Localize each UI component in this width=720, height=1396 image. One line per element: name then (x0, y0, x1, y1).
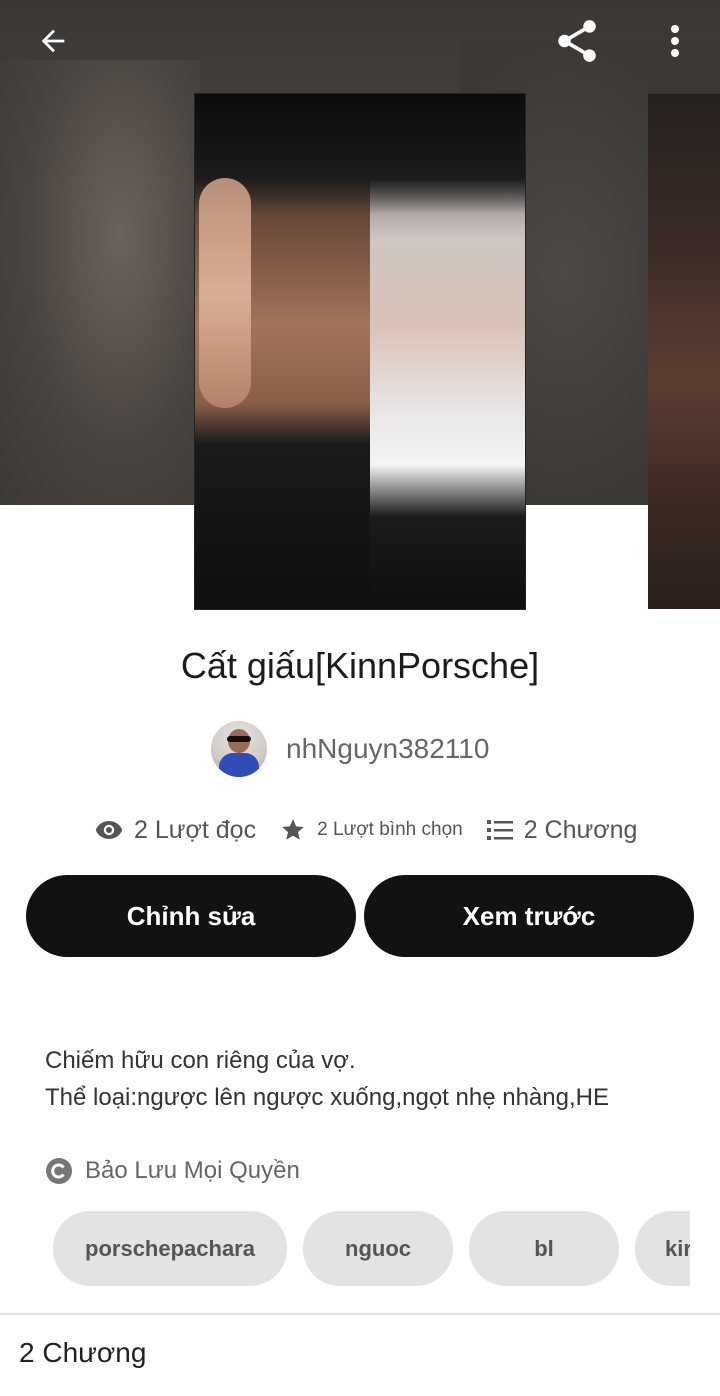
reads-stat: 2 Lượt đọc (95, 816, 256, 845)
tag-chip[interactable]: kir (635, 1211, 690, 1286)
chapters-heading[interactable]: 2 Chương (19, 1337, 146, 1369)
divider (0, 1313, 720, 1315)
share-icon (558, 20, 596, 62)
arrow-left-icon (41, 29, 65, 53)
story-description: Chiếm hữu con riêng của vợ. Thể loại:ngư… (45, 1042, 685, 1116)
edit-button[interactable]: Chỉnh sửa (26, 875, 356, 957)
preview-button[interactable]: Xem trước (364, 875, 694, 957)
votes-count: 2 Lượt bình chọn (317, 819, 463, 840)
chapters-stat: 2 Chương (486, 815, 638, 845)
share-button[interactable] (550, 14, 604, 68)
copyright-row: Bảo Lưu Mọi Quyền (45, 1155, 300, 1187)
copyright-text: Bảo Lưu Mọi Quyền (85, 1157, 300, 1184)
story-title: Cất giấu[KinnPorsche] (180, 645, 540, 686)
description-line: Chiếm hữu con riêng của vợ. (45, 1047, 356, 1074)
tag-chip[interactable]: bl (469, 1211, 619, 1286)
story-stats: 2 Lượt đọc 2 Lượt bình chọn 2 Chương (95, 810, 637, 850)
eye-icon (95, 821, 123, 839)
chapters-count: 2 Chương (523, 815, 638, 844)
reads-count: 2 Lượt đọc (134, 815, 257, 844)
next-story-cover[interactable] (648, 94, 720, 609)
avatar[interactable] (211, 721, 267, 777)
more-options-button[interactable] (648, 14, 702, 68)
description-line: Thể loại:ngược lên ngược xuống,ngọt nhẹ … (45, 1084, 609, 1111)
list-icon (486, 820, 513, 840)
back-button[interactable] (26, 14, 80, 68)
tags-row[interactable]: porschepachara nguoc bl kir (53, 1211, 690, 1286)
star-icon (282, 819, 304, 840)
votes-stat: 2 Lượt bình chọn (280, 817, 463, 843)
tag-chip[interactable]: nguoc (303, 1211, 453, 1286)
author-row[interactable]: nhNguyn382110 (211, 721, 489, 777)
author-name[interactable]: nhNguyn382110 (286, 733, 489, 765)
more-vertical-icon (671, 25, 679, 57)
story-cover-image[interactable] (195, 94, 525, 609)
tag-chip[interactable]: porschepachara (53, 1211, 287, 1286)
copyright-icon (46, 1158, 72, 1184)
